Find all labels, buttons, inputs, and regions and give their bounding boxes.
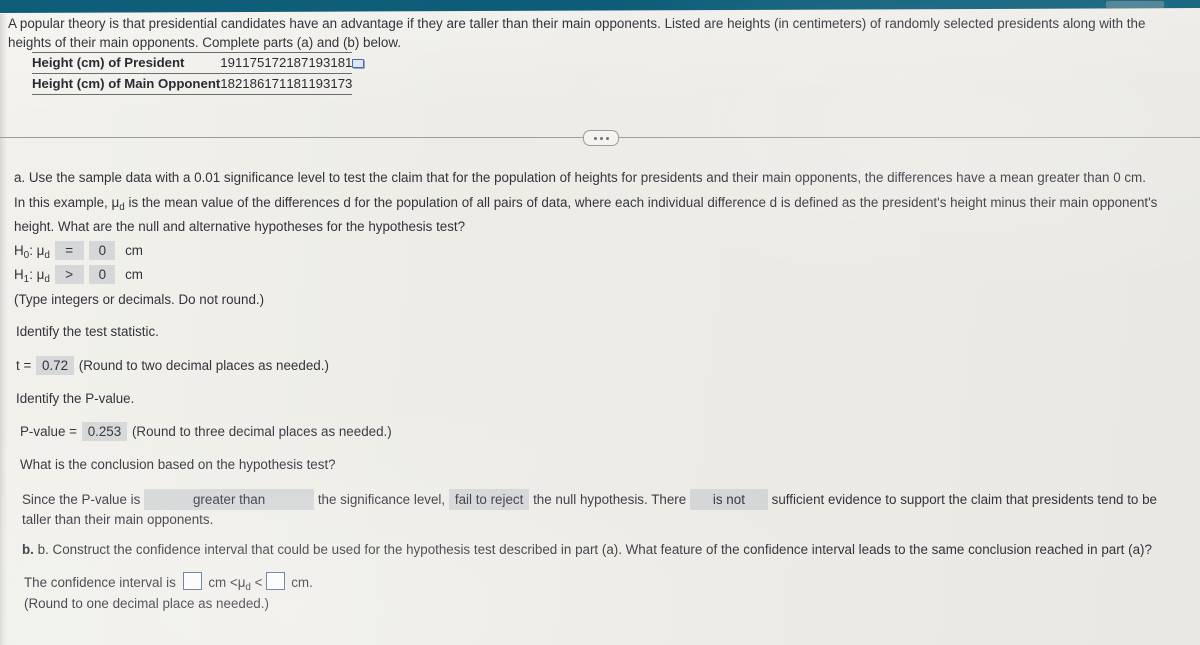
alternative-hypothesis-line: H1: μd > 0 cm	[14, 265, 143, 285]
h1-mu-subscript: d	[44, 273, 50, 285]
ellipsis-icon[interactable]	[583, 130, 619, 146]
opponent-height-5: 193	[308, 73, 331, 95]
president-height-4: 187	[286, 52, 309, 74]
conclusion-mid-text-1: the significance level,	[317, 492, 446, 507]
opponent-height-3: 171	[264, 73, 287, 95]
popout-window-icon[interactable]	[352, 58, 366, 69]
table-row: Height (cm) of President 191 175 172 187…	[32, 52, 366, 74]
h1-label: H	[14, 267, 24, 282]
identify-test-statistic-label: Identify the test statistic.	[16, 324, 159, 339]
ci-less-than: <	[254, 575, 263, 590]
part-b-letter: b.	[22, 542, 34, 557]
h0-operator-select[interactable]: =	[54, 241, 84, 260]
opponent-height-2: 186	[242, 73, 265, 95]
row-label-president: Height (cm) of President	[32, 52, 221, 74]
h1-subscript: 1	[23, 273, 30, 285]
president-height-6: 181	[330, 52, 353, 74]
p-label: P-value =	[20, 424, 77, 439]
opponent-height-1: 182	[220, 73, 243, 95]
t-label: t =	[16, 358, 32, 373]
mu-para-rest: is the mean value of the differences d f…	[14, 195, 1158, 234]
mu-definition-paragraph: In this example, μd is the mean value of…	[14, 193, 1186, 236]
problem-intro-text: A popular theory is that presidential ca…	[8, 16, 1146, 50]
ci-rounding-note: (Round to one decimal place as needed.)	[24, 596, 269, 611]
h0-subscript: 0	[23, 249, 30, 261]
section-divider	[0, 130, 1200, 146]
ci-pre-text: The confidence interval is	[24, 575, 176, 590]
t-value-input[interactable]: 0.72	[36, 356, 75, 375]
row-label-opponent: Height (cm) of Main Opponent	[32, 73, 221, 95]
table-row: Height (cm) of Main Opponent 182 186 171…	[32, 73, 365, 95]
pvalue-line: P-value = 0.253 (Round to three decimal …	[20, 422, 392, 441]
h1-value-input[interactable]: 0	[89, 265, 116, 284]
conclusion-question: What is the conclusion based on the hypo…	[20, 457, 336, 472]
part-b-text: b. Construct the confidence interval tha…	[37, 542, 1152, 557]
heights-data-table: Height (cm) of President 191 175 172 187…	[32, 52, 366, 95]
ci-unit-1: cm <	[208, 575, 238, 590]
mu-para-lead: In this example,	[14, 195, 112, 210]
null-hypothesis-line: H0: μd = 0 cm	[14, 241, 143, 261]
test-statistic-line: t = 0.72 (Round to two decimal places as…	[16, 356, 329, 375]
president-height-2: 175	[242, 52, 265, 74]
ci-mu-subscript: d	[245, 581, 251, 593]
president-height-1: 191	[220, 52, 243, 74]
popout-table-button[interactable]	[352, 53, 366, 74]
part-b-prompt: b. b. Construct the confidence interval …	[22, 540, 1186, 559]
evidence-select[interactable]: is not	[689, 489, 768, 510]
pvalue-comparison-select[interactable]: greater than	[144, 489, 315, 510]
part-a-prompt: a. Use the sample data with a 0.01 signi…	[14, 170, 1146, 185]
hypothesis-rounding-note: (Type integers or decimals. Do not round…	[14, 292, 265, 307]
conclusion-pre-text: Since the P-value is	[22, 492, 141, 507]
ci-upper-bound-input[interactable]	[265, 572, 285, 590]
ci-lower-bound-input[interactable]	[182, 572, 202, 590]
opponent-height-6: 173	[330, 73, 353, 95]
conclusion-sentence: Since the P-value is greater than the si…	[22, 489, 1182, 529]
identify-pvalue-label: Identify the P-value.	[16, 391, 135, 406]
h0-mu-subscript: d	[44, 249, 50, 261]
president-height-5: 193	[308, 52, 331, 74]
opponent-height-4: 181	[286, 73, 309, 95]
ci-unit-2: cm.	[291, 575, 313, 590]
t-rounding-note: (Round to two decimal places as needed.)	[78, 358, 329, 373]
p-rounding-note: (Round to three decimal places as needed…	[131, 424, 392, 439]
president-height-3: 172	[264, 52, 287, 74]
h1-unit-label: cm	[125, 267, 143, 282]
h1-operator-select[interactable]: >	[54, 265, 84, 284]
h0-unit-label: cm	[125, 243, 143, 258]
h0-label: H	[14, 243, 24, 258]
p-value-input[interactable]: 0.253	[81, 422, 128, 441]
reject-decision-select[interactable]: fail to reject	[448, 489, 530, 510]
conclusion-mid-text-2: the null hypothesis. There	[533, 492, 687, 507]
h0-value-input[interactable]: 0	[89, 241, 116, 260]
